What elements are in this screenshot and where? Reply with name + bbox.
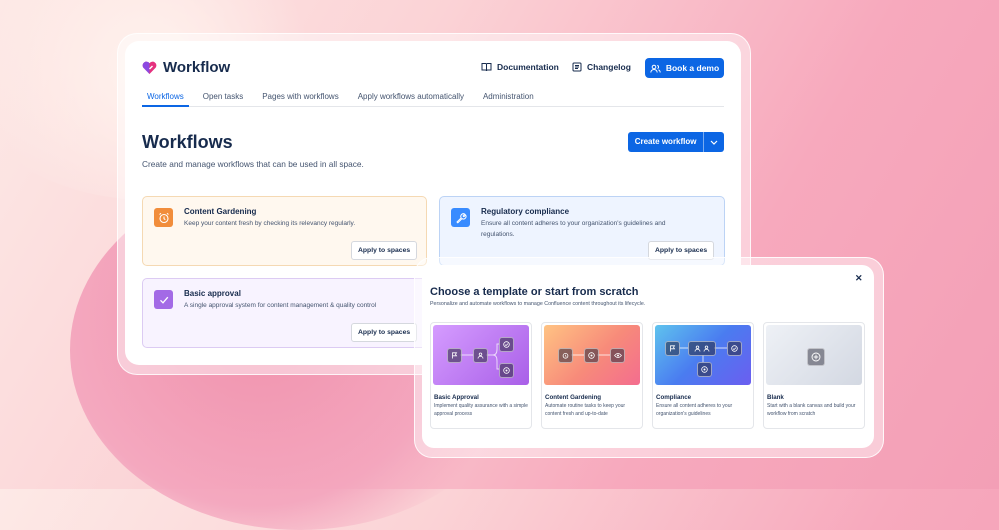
user-icon xyxy=(473,348,488,363)
template-card-blank[interactable]: Blank Start with a blank canvas and buil… xyxy=(763,322,865,429)
eye-icon xyxy=(610,348,625,363)
page-subtitle: Create and manage workflows that can be … xyxy=(142,159,364,169)
book-demo-button[interactable]: Book a demo xyxy=(645,58,724,78)
apply-to-spaces-button[interactable]: Apply to spaces xyxy=(351,241,418,260)
changelog-label: Changelog xyxy=(587,62,631,72)
template-preview xyxy=(433,325,529,385)
flag-icon xyxy=(447,348,462,363)
app-logo[interactable]: Workflow xyxy=(142,59,230,76)
app-title: Workflow xyxy=(163,59,231,76)
wrench-icon xyxy=(451,208,470,227)
workflow-card-content-gardening[interactable]: Content Gardening Keep your content fres… xyxy=(142,196,427,266)
template-card-compliance[interactable]: Compliance Ensure all content adheres to… xyxy=(652,322,754,429)
workflow-description: A single approval system for content man… xyxy=(184,302,377,309)
heart-logo-icon xyxy=(142,61,157,74)
documentation-link[interactable]: Documentation xyxy=(481,62,559,72)
page-title: Workflows xyxy=(142,132,233,152)
workflow-title: Content Gardening xyxy=(184,207,257,216)
documentation-label: Documentation xyxy=(497,62,559,72)
changelog-icon xyxy=(572,62,582,72)
template-description: Ensure all content adheres to your organ… xyxy=(656,403,733,417)
workflow-card-regulatory-compliance[interactable]: Regulatory compliance Ensure all content… xyxy=(439,196,725,266)
add-circle-icon xyxy=(807,348,825,366)
tab-workflows[interactable]: Workflows xyxy=(142,89,189,107)
alarm-clock-icon xyxy=(154,208,173,227)
apply-to-spaces-button[interactable]: Apply to spaces xyxy=(351,323,418,342)
workflow-description: Keep your content fresh by checking its … xyxy=(184,220,356,227)
target-icon xyxy=(584,348,599,363)
checkmark-icon xyxy=(154,290,173,309)
close-icon[interactable]: ✕ xyxy=(855,273,863,284)
template-title: Content Gardening xyxy=(545,394,602,401)
create-workflow-label: Create workflow xyxy=(628,132,705,152)
workflow-card-basic-approval[interactable]: Basic approval A single approval system … xyxy=(142,278,427,348)
workflow-description: Ensure all content adheres to your organ… xyxy=(481,220,666,238)
workflow-title: Basic approval xyxy=(184,289,241,298)
target-icon xyxy=(499,363,514,378)
template-preview xyxy=(655,325,751,385)
template-title: Compliance xyxy=(656,394,692,401)
modal-title: Choose a template or start from scratch xyxy=(430,286,639,298)
template-card-basic-approval[interactable]: Basic Approval Implement quality assuran… xyxy=(430,322,532,429)
template-description: Start with a blank canvas and build your… xyxy=(767,403,856,417)
modal-subtitle: Personalize and automate workflows to ma… xyxy=(430,301,646,307)
template-card-content-gardening[interactable]: Content Gardening Automate routine tasks… xyxy=(541,322,643,429)
book-demo-label: Book a demo xyxy=(665,63,720,73)
alarm-clock-icon xyxy=(558,348,573,363)
check-circle-icon xyxy=(499,337,514,352)
chevron-down-icon[interactable] xyxy=(704,138,724,147)
template-preview xyxy=(766,325,862,385)
people-icon xyxy=(650,64,661,73)
book-icon xyxy=(481,63,492,72)
check-circle-icon xyxy=(727,341,742,356)
create-workflow-button[interactable]: Create workflow xyxy=(628,132,724,152)
template-modal: ✕ Choose a template or start from scratc… xyxy=(422,265,874,448)
template-title: Blank xyxy=(767,394,784,401)
tab-bar: Workflows Open tasks Pages with workflow… xyxy=(142,89,724,107)
tab-pages-with-workflows[interactable]: Pages with workflows xyxy=(257,89,343,105)
users-icon xyxy=(688,341,716,356)
tab-open-tasks[interactable]: Open tasks xyxy=(198,89,248,105)
target-icon xyxy=(697,362,712,377)
flag-icon xyxy=(665,341,680,356)
template-description: Automate routine tasks to keep your cont… xyxy=(545,403,626,417)
template-preview xyxy=(544,325,640,385)
template-description: Implement quality assurance with a simpl… xyxy=(434,403,528,417)
template-title: Basic Approval xyxy=(434,394,479,401)
tab-apply-workflows-automatically[interactable]: Apply workflows automatically xyxy=(353,89,469,105)
workflow-title: Regulatory compliance xyxy=(481,207,570,216)
tab-administration[interactable]: Administration xyxy=(478,89,539,105)
changelog-link[interactable]: Changelog xyxy=(572,62,631,72)
